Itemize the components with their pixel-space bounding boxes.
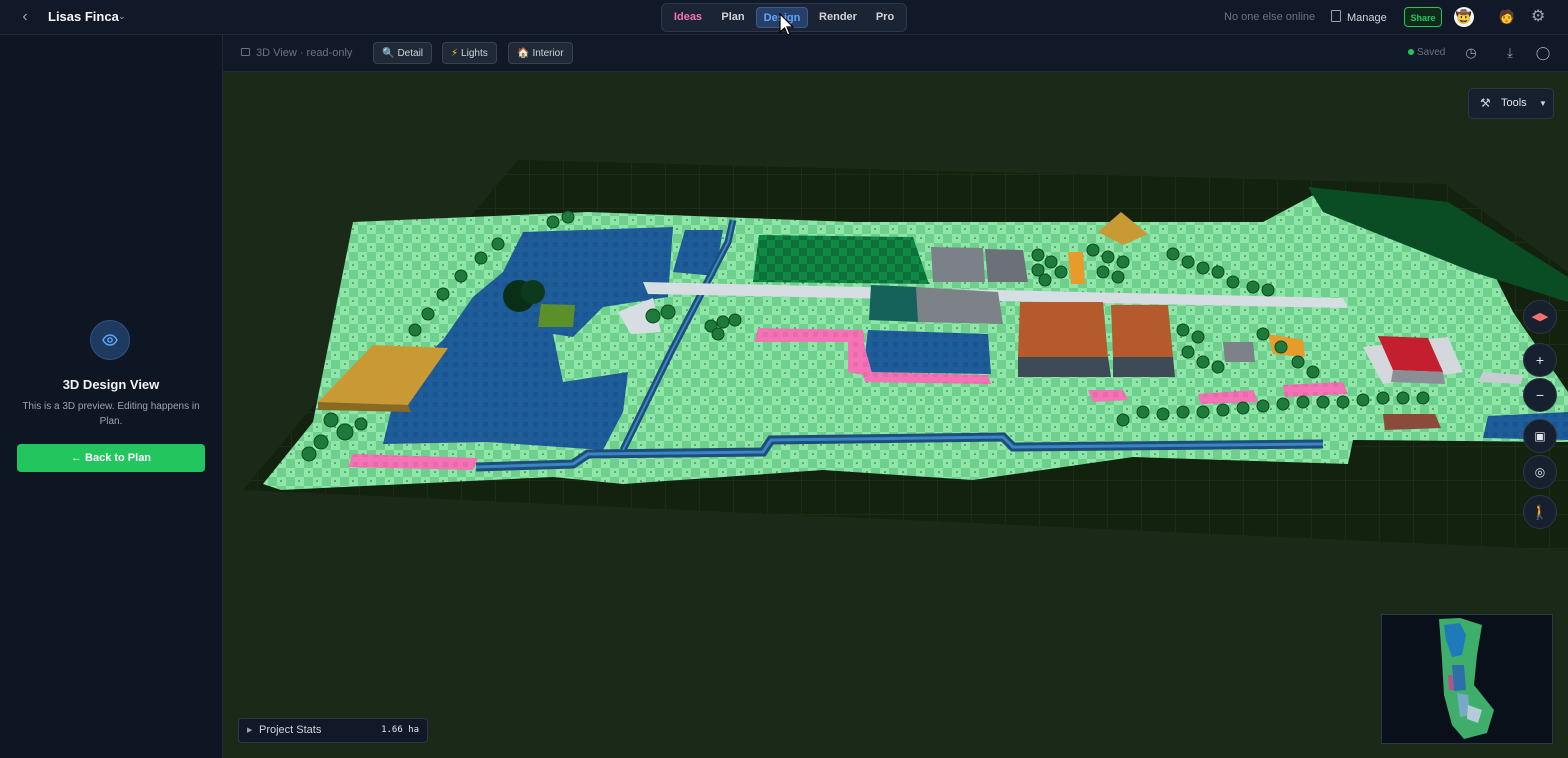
chevron-down-icon: ▼ <box>1539 99 1547 108</box>
sidebar: 3D Design View This is a 3D preview. Edi… <box>0 35 223 758</box>
house-icon: 🏠 <box>517 48 530 59</box>
project-area-value: 1.66 ha <box>381 725 419 735</box>
minimap-map <box>1439 618 1494 739</box>
download-icon[interactable]: ⤓ <box>1502 45 1518 61</box>
top-bar: ‹ Lisas Finca ⌄ Ideas Plan Design Render… <box>0 0 1568 36</box>
tools-dropdown[interactable]: ⚒ Tools ▼ <box>1468 88 1554 119</box>
zoom-out-button[interactable]: − <box>1523 378 1557 412</box>
zoom-in-button[interactable]: + <box>1523 343 1557 377</box>
history-icon[interactable]: ◷ <box>1463 45 1479 61</box>
comment-icon[interactable]: ◯ <box>1535 45 1551 61</box>
minimap[interactable] <box>1381 614 1553 744</box>
tab-ideas[interactable]: Ideas <box>668 7 708 28</box>
presence-status: No one else online <box>1224 11 1316 23</box>
lights-label: Lights <box>461 48 488 59</box>
gear-icon[interactable]: ⚙ <box>1531 8 1545 26</box>
save-status: Saved <box>1408 47 1445 58</box>
back-arrow-icon[interactable]: ‹ <box>16 8 34 26</box>
compass-icon[interactable]: ◀▶ <box>1523 300 1557 334</box>
view-mode-text: 3D View · read-only <box>256 47 353 59</box>
tab-render[interactable]: Render <box>814 7 862 28</box>
lightning-icon: ⚡ <box>451 48 459 59</box>
project-stats-label: Project Stats <box>259 724 322 736</box>
eye-icon <box>90 320 130 360</box>
3d-viewport[interactable]: ⚒ Tools ▼ ◀▶ + − ▣ ◎ 🚶 ▶ Project Stats 1… <box>223 72 1568 758</box>
tab-pro[interactable]: Pro <box>868 7 902 28</box>
hammer-icon: ⚒ <box>1480 96 1491 110</box>
farmer-avatar[interactable]: 🧑 <box>1497 7 1517 27</box>
saved-label: Saved <box>1417 47 1446 58</box>
location-pin-icon[interactable]: ◎ <box>1523 455 1557 489</box>
tab-plan[interactable]: Plan <box>714 7 752 28</box>
back-to-plan-button[interactable]: ← Back to Plan <box>17 444 205 472</box>
sidebar-title: 3D Design View <box>62 377 160 392</box>
chevron-down-icon[interactable]: ⌄ <box>118 11 126 22</box>
lock-icon <box>241 48 250 56</box>
project-stats-panel[interactable]: ▶ Project Stats 1.66 ha <box>238 718 428 743</box>
expand-triangle-icon: ▶ <box>247 727 253 734</box>
view-mode-label: 3D View · read-only <box>241 47 352 59</box>
sidebar-description: This is a 3D preview. Editing happens in… <box>22 401 200 427</box>
camera-icon[interactable]: ▣ <box>1523 419 1557 453</box>
document-icon <box>1331 10 1341 22</box>
share-button[interactable]: Share <box>1404 7 1442 27</box>
magnifier-icon: 🔍 <box>382 48 395 59</box>
detail-button[interactable]: 🔍 Detail <box>373 42 433 64</box>
saved-dot-icon <box>1408 49 1414 55</box>
interior-label: Interior <box>532 48 564 59</box>
avatar[interactable]: 🤠 <box>1454 7 1474 27</box>
tools-label: Tools <box>1501 97 1527 109</box>
walk-mode-icon[interactable]: 🚶 <box>1523 495 1557 529</box>
mouse-cursor-icon <box>779 13 795 36</box>
manage-button[interactable]: Manage <box>1331 10 1387 24</box>
lights-button[interactable]: ⚡ Lights <box>442 42 497 64</box>
detail-label: Detail <box>397 48 424 59</box>
interior-button[interactable]: 🏠 Interior <box>508 42 573 64</box>
manage-label: Manage <box>1347 12 1387 24</box>
view-toolbar: 3D View · read-only 🔍 Detail ⚡ Lights 🏠 Int… <box>223 35 1568 72</box>
project-name[interactable]: Lisas Finca <box>48 9 119 24</box>
garden-3d-scene[interactable] <box>223 72 1568 758</box>
